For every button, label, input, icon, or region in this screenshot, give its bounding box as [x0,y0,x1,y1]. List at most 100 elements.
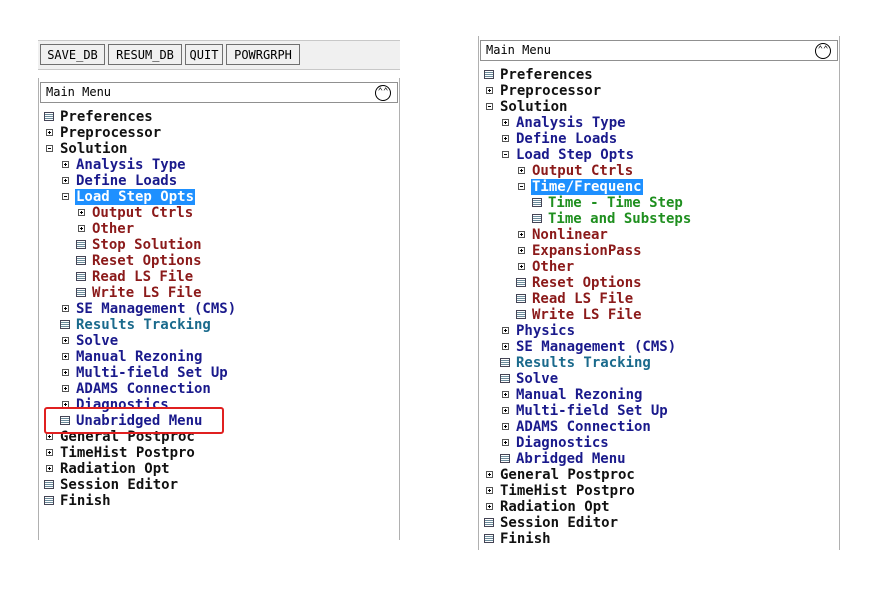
menu-item-load-step-opts[interactable]: Load Step Opts [39,189,399,205]
expand-plus-icon[interactable] [518,231,525,238]
menu-item-session-editor[interactable]: Session Editor [39,477,399,493]
expand-plus-icon[interactable] [46,449,53,456]
expand-plus-icon[interactable] [62,369,69,376]
collapse-minus-icon[interactable] [46,145,53,152]
menu-item-label: Solution [60,141,128,157]
menu-item-session-editor[interactable]: Session Editor [479,515,839,531]
menu-item-write-ls-file[interactable]: Write LS File [39,285,399,301]
menu-item-timehist-postpro[interactable]: TimeHist Postpro [39,445,399,461]
expand-plus-icon[interactable] [62,385,69,392]
menu-item-time-frequenc[interactable]: Time/Frequenc [479,179,839,195]
menu-item-write-ls-file[interactable]: Write LS File [479,307,839,323]
menu-item-finish[interactable]: Finish [479,531,839,547]
save-db-button[interactable]: SAVE_DB [40,44,105,65]
menu-item-manual-rezoning[interactable]: Manual Rezoning [39,349,399,365]
menu-item-radiation-opt[interactable]: Radiation Opt [479,499,839,515]
expand-plus-icon[interactable] [62,305,69,312]
expand-plus-icon[interactable] [518,263,525,270]
menu-item-other[interactable]: Other [39,221,399,237]
menu-item-adams-connection[interactable]: ADAMS Connection [39,381,399,397]
double-chevron-up-icon[interactable]: ⌃⌃ [375,85,391,101]
menu-item-label: Preferences [60,109,153,125]
expand-plus-icon[interactable] [46,465,53,472]
menu-item-read-ls-file[interactable]: Read LS File [479,291,839,307]
menu-item-multi-field-set-up[interactable]: Multi-field Set Up [39,365,399,381]
expand-plus-icon[interactable] [78,209,85,216]
expand-plus-icon[interactable] [62,353,69,360]
collapse-minus-icon[interactable] [502,151,509,158]
menu-item-nonlinear[interactable]: Nonlinear [479,227,839,243]
expand-plus-icon[interactable] [502,119,509,126]
expand-plus-icon[interactable] [502,407,509,414]
expand-plus-icon[interactable] [62,161,69,168]
menu-item-multi-field-set-up[interactable]: Multi-field Set Up [479,403,839,419]
resume-db-button[interactable]: RESUM_DB [108,44,182,65]
menu-item-analysis-type[interactable]: Analysis Type [39,157,399,173]
menu-item-other[interactable]: Other [479,259,839,275]
expand-plus-icon[interactable] [486,87,493,94]
expand-plus-icon[interactable] [502,327,509,334]
menu-leaf-icon [484,518,494,527]
collapse-minus-icon[interactable] [62,193,69,200]
menu-item-preprocessor[interactable]: Preprocessor [479,83,839,99]
expand-plus-icon[interactable] [502,391,509,398]
menu-item-expansionpass[interactable]: ExpansionPass [479,243,839,259]
expand-plus-icon[interactable] [62,337,69,344]
menu-item-solution[interactable]: Solution [39,141,399,157]
menu-item-timehist-postpro[interactable]: TimeHist Postpro [479,483,839,499]
menu-item-manual-rezoning[interactable]: Manual Rezoning [479,387,839,403]
menu-item-define-loads[interactable]: Define Loads [479,131,839,147]
menu-item-reset-options[interactable]: Reset Options [39,253,399,269]
powrgrph-button[interactable]: POWRGRPH [226,44,300,65]
menu-item-solve[interactable]: Solve [39,333,399,349]
double-chevron-up-icon[interactable]: ⌃⌃ [815,43,831,59]
menu-item-preferences[interactable]: Preferences [479,67,839,83]
menu-leaf-icon [500,374,510,383]
menu-item-time-time-step[interactable]: Time - Time Step [479,195,839,211]
menu-item-stop-solution[interactable]: Stop Solution [39,237,399,253]
collapse-minus-icon[interactable] [518,183,525,190]
menu-item-preprocessor[interactable]: Preprocessor [39,125,399,141]
expand-plus-icon[interactable] [486,503,493,510]
expand-plus-icon[interactable] [486,471,493,478]
menu-item-adams-connection[interactable]: ADAMS Connection [479,419,839,435]
menu-item-label: Session Editor [60,477,179,493]
menu-item-label: Nonlinear [532,227,608,243]
menu-item-output-ctrls[interactable]: Output Ctrls [39,205,399,221]
expand-plus-icon[interactable] [486,487,493,494]
menu-item-read-ls-file[interactable]: Read LS File [39,269,399,285]
menu-item-abridged-menu[interactable]: Abridged Menu [479,451,839,467]
menu-item-preferences[interactable]: Preferences [39,109,399,125]
expand-plus-icon[interactable] [78,225,85,232]
quit-button[interactable]: QUIT [185,44,223,65]
expand-plus-icon[interactable] [518,167,525,174]
menu-item-solution[interactable]: Solution [479,99,839,115]
collapse-minus-icon[interactable] [486,103,493,110]
menu-item-physics[interactable]: Physics [479,323,839,339]
menu-item-radiation-opt[interactable]: Radiation Opt [39,461,399,477]
menu-item-time-and-substeps[interactable]: Time and Substeps [479,211,839,227]
expand-plus-icon[interactable] [502,439,509,446]
menu-item-solve[interactable]: Solve [479,371,839,387]
menu-item-output-ctrls[interactable]: Output Ctrls [479,163,839,179]
menu-item-se-management-cms[interactable]: SE Management (CMS) [479,339,839,355]
menu-item-reset-options[interactable]: Reset Options [479,275,839,291]
menu-item-analysis-type[interactable]: Analysis Type [479,115,839,131]
expand-plus-icon[interactable] [46,433,53,440]
menu-item-finish[interactable]: Finish [39,493,399,509]
menu-item-label: Results Tracking [76,317,211,333]
expand-plus-icon[interactable] [46,129,53,136]
menu-item-results-tracking[interactable]: Results Tracking [39,317,399,333]
menu-item-general-postproc[interactable]: General Postproc [479,467,839,483]
expand-plus-icon[interactable] [502,135,509,142]
menu-item-results-tracking[interactable]: Results Tracking [479,355,839,371]
expand-plus-icon[interactable] [62,177,69,184]
menu-leaf-icon [60,320,70,329]
menu-item-se-management-cms[interactable]: SE Management (CMS) [39,301,399,317]
expand-plus-icon[interactable] [502,423,509,430]
expand-plus-icon[interactable] [502,343,509,350]
menu-item-diagnostics[interactable]: Diagnostics [479,435,839,451]
menu-item-define-loads[interactable]: Define Loads [39,173,399,189]
expand-plus-icon[interactable] [518,247,525,254]
menu-item-load-step-opts[interactable]: Load Step Opts [479,147,839,163]
